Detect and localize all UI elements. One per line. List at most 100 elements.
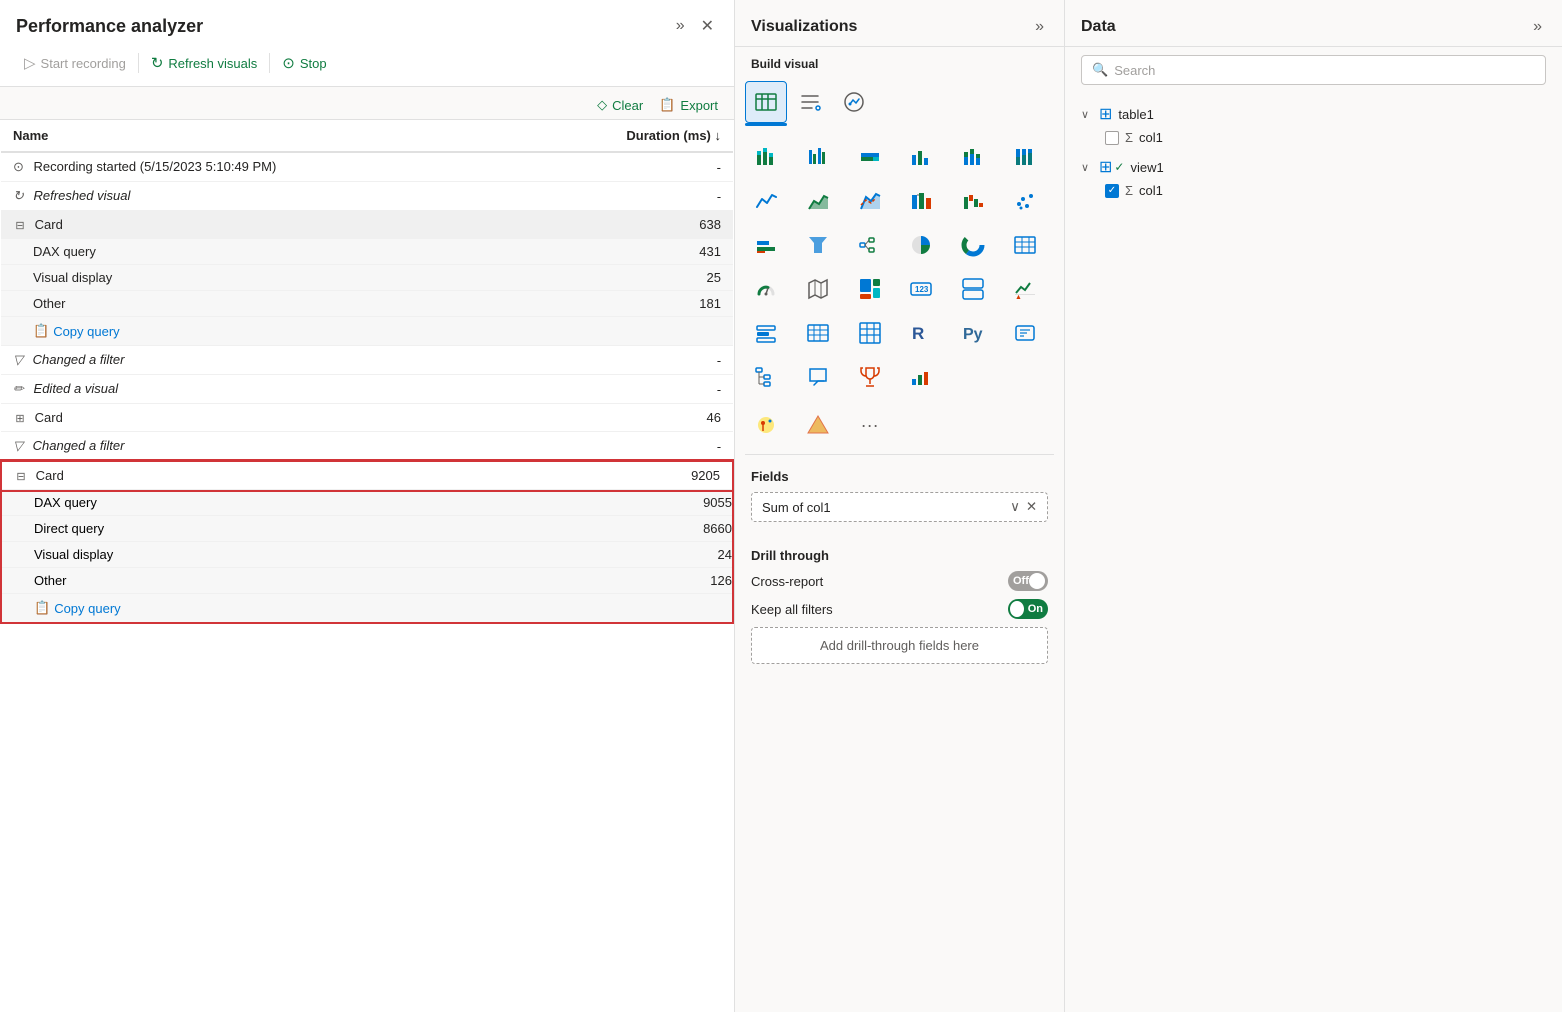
highlighted-card-row[interactable]: ⊟ Card 9205 — [1, 461, 733, 490]
viz-trophy-button[interactable] — [849, 356, 891, 398]
viz-decomp-tree-button[interactable] — [849, 224, 891, 266]
tree-child-table1-col1[interactable]: Σ col1 — [1105, 127, 1546, 148]
keep-filters-label: Keep all filters — [751, 602, 833, 617]
stop-button[interactable]: ⊙ Stop — [274, 50, 334, 76]
table-row: Direct query 8660 — [1, 516, 733, 542]
viz-stacked-column-button[interactable] — [952, 136, 994, 178]
viz-qa-button[interactable] — [797, 356, 839, 398]
viz-matrix2-button[interactable] — [849, 312, 891, 354]
viz-treemap-button[interactable] — [849, 268, 891, 310]
viz-clustered-bar-button[interactable] — [797, 136, 839, 178]
svg-text:123: 123 — [915, 285, 929, 294]
active-tab-indicator — [745, 123, 787, 126]
viz-stacked-bar-100-button[interactable] — [849, 136, 891, 178]
viz-table2-button[interactable] — [797, 312, 839, 354]
viz-table-button[interactable] — [745, 81, 787, 123]
toolbar-divider-2 — [269, 53, 270, 73]
table-row[interactable]: ⊟ Card 638 — [1, 211, 733, 239]
tree-item-view1[interactable]: ∨ ⊞ ✓ view1 — [1081, 154, 1546, 180]
viz-card-button[interactable]: 123 — [900, 268, 942, 310]
export-button[interactable]: 📋 Export — [659, 97, 718, 113]
viz-line-chart-button[interactable] — [745, 180, 787, 222]
viz-line-area-button[interactable] — [849, 180, 891, 222]
viz-icons-grid-2: ··· — [735, 402, 1064, 450]
table1-col1-label: col1 — [1139, 130, 1163, 145]
viz-smart-narrative-button[interactable] — [1004, 312, 1046, 354]
viz-donut-button[interactable] — [952, 224, 994, 266]
viz-matrix-button[interactable] — [1004, 224, 1046, 266]
close-panel-button[interactable]: ✕ — [697, 14, 718, 38]
tree-child-view1-col1[interactable]: ✓ Σ col1 — [1105, 180, 1546, 201]
table-row: DAX query 431 — [1, 239, 733, 265]
view1-col1-label: col1 — [1139, 183, 1163, 198]
viz-scatter-button[interactable] — [1004, 180, 1046, 222]
viz-area-chart-button[interactable] — [797, 180, 839, 222]
field-chip-actions: ∨ ✕ — [1010, 499, 1037, 515]
checkbox-table1-col1[interactable] — [1105, 131, 1119, 145]
viz-bar-column-button[interactable] — [745, 224, 787, 266]
viz-ribbon-chart-button[interactable] — [900, 180, 942, 222]
cross-report-toggle-label: Off — [1013, 575, 1029, 587]
panel-title-icons: » ✕ — [672, 14, 718, 38]
drill-section: Drill through Cross-report Off Keep all … — [735, 538, 1064, 674]
table-row: ✏ Edited a visual - — [1, 375, 733, 404]
keep-filters-toggle[interactable]: On — [1008, 599, 1048, 619]
table1-label: table1 — [1118, 107, 1153, 122]
viz-more-button[interactable]: ··· — [849, 404, 891, 446]
refresh-icon: ↻ — [151, 54, 164, 72]
viz-slicer-button[interactable] — [789, 81, 831, 123]
clear-button[interactable]: ◇ Clear — [597, 97, 643, 113]
table-row: Visual display 25 — [1, 265, 733, 291]
viz-header: Visualizations » — [735, 0, 1064, 47]
viz-column-chart-button[interactable] — [900, 136, 942, 178]
viz-gauge-button[interactable] — [745, 268, 787, 310]
start-recording-button[interactable]: ▷ Start recording — [16, 50, 134, 76]
viz-slicer2-button[interactable] — [745, 312, 787, 354]
viz-bar-chart-small-button[interactable] — [900, 356, 942, 398]
view-check-icon: ✓ — [1114, 160, 1124, 174]
filter-icon-2: ▽ — [13, 438, 23, 453]
viz-r-script-button[interactable]: R — [900, 312, 942, 354]
table-row: ▽ Changed a filter - — [1, 432, 733, 462]
expand-panel-button[interactable]: » — [672, 15, 689, 37]
search-input[interactable] — [1114, 63, 1535, 78]
viz-hierarchy-slicer-button[interactable] — [745, 356, 787, 398]
viz-100pct-stacked-column-button[interactable] — [1004, 136, 1046, 178]
table-row: Visual display 24 — [1, 542, 733, 568]
viz-shape-button[interactable] — [797, 404, 839, 446]
expand-viz-button[interactable]: » — [1031, 16, 1048, 38]
pencil-icon: ✏ — [13, 381, 24, 396]
viz-analytics-button[interactable] — [833, 81, 875, 123]
table-row[interactable]: ⊞ Card 46 — [1, 404, 733, 432]
viz-pie-button[interactable] — [900, 224, 942, 266]
table-row: 📋 Copy query — [1, 594, 733, 624]
tree-item-table1[interactable]: ∨ ⊞ table1 — [1081, 101, 1546, 127]
viz-kpi-button[interactable]: ▲ — [1004, 268, 1046, 310]
viz-waterfall-button[interactable] — [952, 180, 994, 222]
copy-query-button-2[interactable]: 📋 Copy query — [34, 598, 121, 618]
viz-map-button[interactable] — [797, 268, 839, 310]
cross-report-toggle[interactable]: Off — [1008, 571, 1048, 591]
viz-multi-row-card-button[interactable] — [952, 268, 994, 310]
keep-filters-toggle-label: On — [1028, 603, 1043, 615]
field-chip-expand-button[interactable]: ∨ — [1010, 499, 1020, 515]
data-header: Data » — [1065, 0, 1562, 47]
drill-add-box[interactable]: Add drill-through fields here — [751, 627, 1048, 664]
sigma-view1-icon: Σ — [1125, 183, 1133, 198]
chevron-view1-icon: ∨ — [1081, 161, 1093, 174]
copy-query-button-1[interactable]: 📋 Copy query — [33, 321, 120, 341]
keep-filters-row: Keep all filters On — [751, 599, 1048, 619]
viz-funnel-button[interactable] — [797, 224, 839, 266]
viz-stacked-bar-button[interactable] — [745, 136, 787, 178]
refresh-visuals-button[interactable]: ↻ Refresh visuals — [143, 50, 265, 76]
checkbox-view1-col1[interactable]: ✓ — [1105, 184, 1119, 198]
viz-python-button[interactable]: Py — [952, 312, 994, 354]
view-icon: ⊞ — [1099, 157, 1112, 177]
more-ellipsis-icon: ··· — [861, 415, 879, 436]
play-icon: ▷ — [24, 54, 36, 72]
field-chip-remove-button[interactable]: ✕ — [1026, 499, 1037, 515]
viz-map2-button[interactable] — [745, 404, 787, 446]
expand-data-button[interactable]: » — [1529, 16, 1546, 38]
table-row: DAX query 9055 — [1, 490, 733, 516]
filter-icon: ▽ — [13, 352, 23, 367]
